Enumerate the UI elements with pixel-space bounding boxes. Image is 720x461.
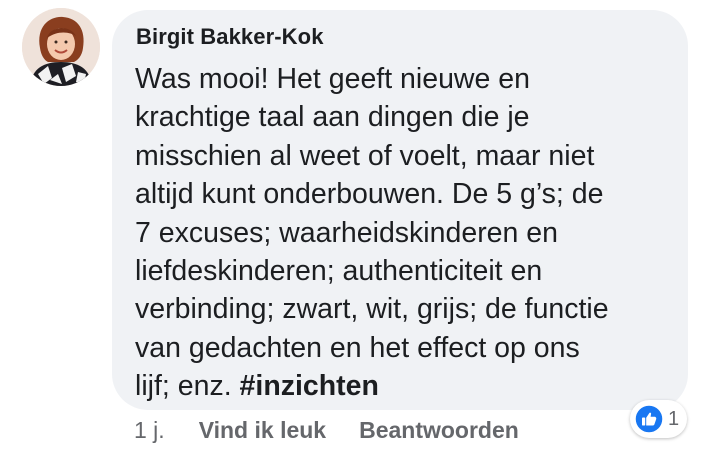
comment-text-line: Was mooi! Het geeft nieuwe en: [135, 63, 530, 95]
reaction-count: 1: [668, 407, 680, 430]
comment-text-end: lijf; enz.: [135, 370, 240, 403]
comment-author-name[interactable]: Birgit Bakker-Kok: [136, 24, 324, 50]
like-thumbs-up-icon: [634, 404, 664, 434]
comment-text-line: van gedachten en het effect op ons: [135, 331, 580, 364]
comment-text-line: liefdeskinderen; authenticiteit en: [135, 255, 543, 288]
hashtag-link[interactable]: #inzichten: [240, 370, 379, 402]
comment-actions: 1 j. Vind ik leuk Beantwoorden: [134, 414, 552, 446]
comment-text: Was mooi! Het geeft nieuwe en krachtige …: [135, 60, 680, 406]
comment-text-line: krachtige taal aan dingen die je: [135, 101, 530, 134]
comment-text-line: altijd kunt onderbouwen. De 5 g’s; de: [135, 178, 604, 211]
comment-text-line: 7 excuses; waarheidskinderen en: [135, 216, 559, 249]
like-button[interactable]: Vind ik leuk: [199, 417, 326, 444]
comment-bubble: Birgit Bakker-Kok Was mooi! Het geeft ni…: [112, 10, 688, 410]
comment-text-line: verbinding; zwart, wit, grijs; de functi…: [135, 293, 609, 326]
avatar[interactable]: [22, 8, 100, 86]
comment-text-line: misschien al weet of voelt, maar niet: [135, 139, 595, 172]
reply-button[interactable]: Beantwoorden: [359, 417, 519, 444]
comment-text-last-line: lijf; enz. #inzichten: [135, 367, 680, 405]
reactions-summary[interactable]: 1: [630, 400, 688, 438]
comment-timestamp[interactable]: 1 j.: [134, 417, 165, 444]
avatar-photo: [22, 8, 100, 86]
